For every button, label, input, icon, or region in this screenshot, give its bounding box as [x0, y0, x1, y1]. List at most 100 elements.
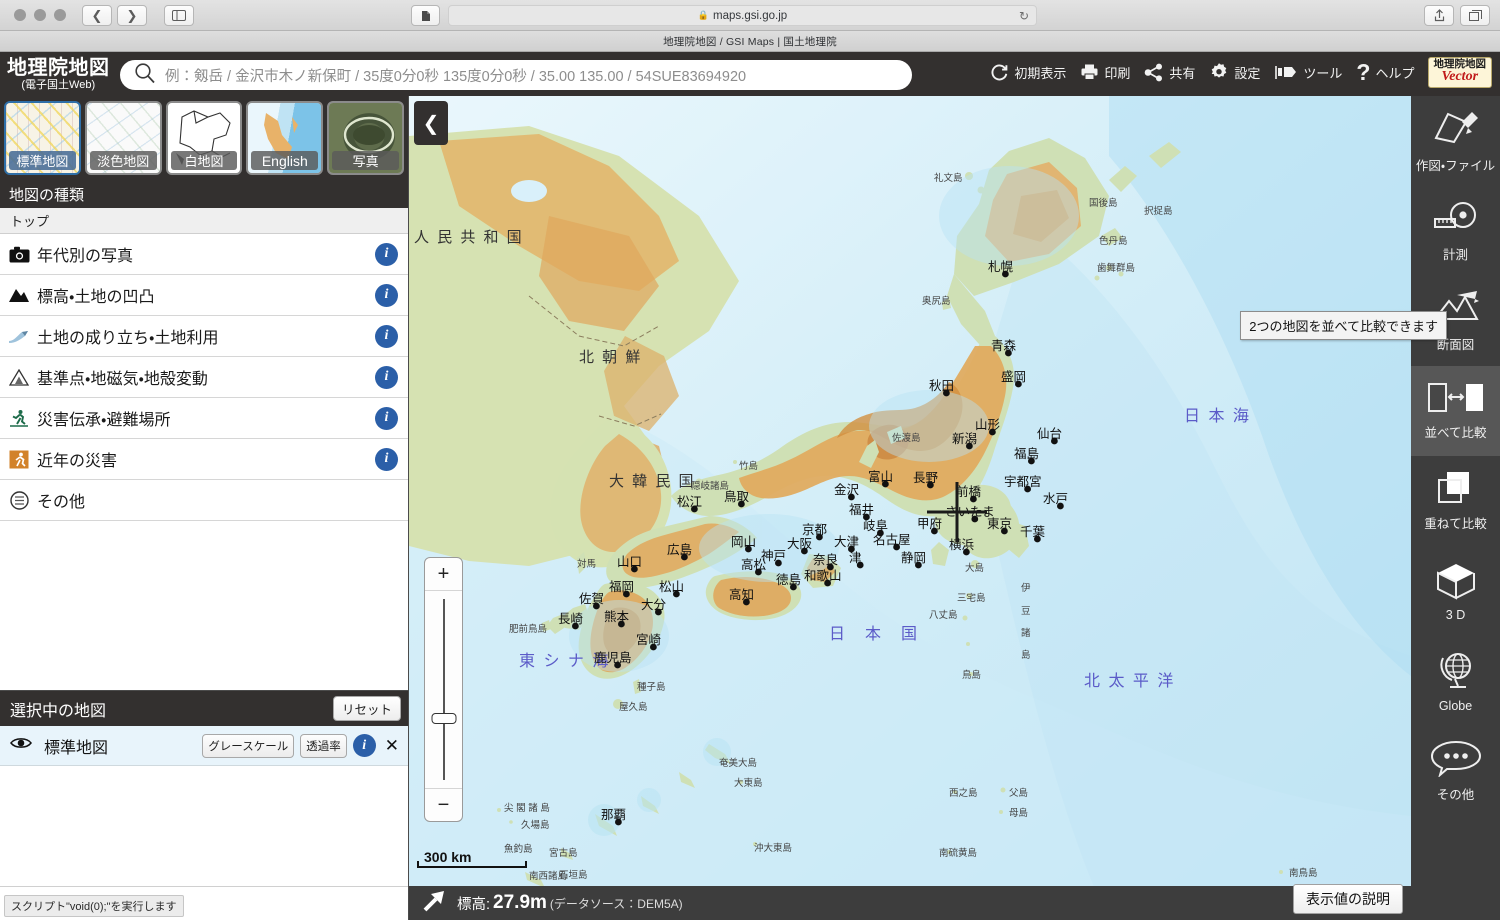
basemap-thumb-english[interactable]: English	[246, 101, 324, 175]
url-bar[interactable]: 🔒 maps.gsi.go.jp ↻	[448, 5, 1037, 26]
layer-item-recent-disasters[interactable]: 近年の災害 i	[0, 439, 408, 480]
zoom-slider-handle[interactable]	[431, 713, 456, 725]
close-window-button[interactable]	[14, 9, 26, 21]
grayscale-button[interactable]: グレースケール	[202, 733, 295, 758]
search-input[interactable]: 例：剱岳 / 金沢市木ノ新保町 / 35度0分0秒 135度0分0秒 / 35.…	[165, 65, 746, 86]
layer-item-label: 災害伝承・避難場所	[37, 412, 171, 429]
basemap-thumb-standard[interactable]: 標準地図	[4, 101, 81, 175]
city-dot	[615, 818, 622, 826]
tool-measure[interactable]: 計測	[1411, 186, 1500, 276]
basemap-thumb-blank[interactable]: 白地図	[165, 101, 243, 175]
island-label: 諸	[1021, 627, 1031, 639]
layer-item-others[interactable]: その他	[0, 480, 408, 521]
reload-icon[interactable]: ↻	[1019, 9, 1029, 23]
eye-icon[interactable]	[10, 736, 32, 755]
help-label: ヘルプ	[1375, 65, 1415, 81]
island-label: 色丹島	[1099, 235, 1128, 247]
layer-info-button[interactable]: i	[375, 242, 398, 266]
reset-button[interactable]: リセット	[332, 696, 401, 721]
search-icon	[134, 62, 156, 89]
help-button[interactable]: ? ヘルプ	[1349, 58, 1421, 87]
selected-maps-header: 選択中の地図 リセット	[0, 691, 408, 726]
island-label: 肥前鳥島	[509, 623, 547, 635]
evernote-extension-icon[interactable]	[411, 5, 440, 26]
layer-item-elevation[interactable]: 標高・土地の凹凸 i	[0, 275, 408, 316]
maximize-window-button[interactable]	[54, 9, 66, 21]
layer-item-landform[interactable]: 土地の成り立ち・土地利用 i	[0, 316, 408, 357]
island-label: 種子島	[637, 681, 666, 693]
city-label: 和歌山	[804, 569, 842, 583]
layer-item-historical-photos[interactable]: 年代別の写真 i	[0, 234, 408, 275]
basemap-thumb-photo[interactable]: 写真	[327, 101, 404, 175]
city-label: 青森	[991, 338, 1017, 353]
selected-map-info-button[interactable]: i	[352, 734, 376, 757]
map-labels: 日 本 海東 シ ナ 海日 本 国北 太 平 洋 人 民 共 和 国北 朝 鮮大…	[414, 172, 1318, 899]
layer-info-button[interactable]: i	[375, 447, 398, 471]
city-label: 佐賀	[579, 592, 604, 606]
share-button[interactable]: 共有	[1137, 60, 1202, 85]
island-label: 竹島	[739, 460, 758, 472]
tool-globe[interactable]: Globe	[1411, 636, 1500, 726]
app-logo[interactable]: 地理院地図 (電子国土Web)	[7, 58, 110, 91]
settings-button[interactable]: 設定	[1202, 59, 1267, 85]
tool-overlay-compare[interactable]: 重ねて比較	[1411, 456, 1500, 546]
layer-info-button[interactable]: i	[375, 365, 398, 389]
tools-button[interactable]: ツール	[1267, 60, 1349, 85]
layer-info-button[interactable]: i	[375, 283, 398, 307]
explain-values-button[interactable]: 表示値の説明	[1293, 884, 1403, 914]
status-message: スクリプト"void(0);"を実行します	[4, 895, 184, 917]
tool-draw-file[interactable]: 作図・ファイル	[1411, 96, 1500, 186]
zoom-out-button[interactable]: −	[425, 788, 462, 821]
print-button[interactable]: 印刷	[1073, 60, 1137, 85]
tool-side-by-side[interactable]: 並べて比較	[1411, 366, 1500, 456]
city-dot	[816, 533, 823, 541]
city-label: 富山	[868, 469, 893, 484]
app-subtitle: (電子国土Web)	[21, 78, 96, 91]
island-label: 八丈島	[929, 609, 958, 621]
window-traffic-lights[interactable]	[14, 9, 66, 21]
tool-overlay-compare-label: 重ねて比較	[1424, 517, 1487, 531]
tool-other[interactable]: その他	[1411, 726, 1500, 816]
landform-icon	[8, 325, 30, 347]
zoom-slider-control[interactable]: + −	[424, 557, 463, 822]
map-canvas[interactable]: 日 本 海東 シ ナ 海日 本 国北 太 平 洋 人 民 共 和 国北 朝 鮮大…	[409, 96, 1411, 920]
layer-info-button[interactable]: i	[375, 324, 398, 348]
search-box[interactable]: 例：剱岳 / 金沢市木ノ新保町 / 35度0分0秒 135度0分0秒 / 35.…	[120, 60, 912, 90]
question-mark-icon: ?	[1356, 58, 1371, 85]
browser-status-bar: スクリプト"void(0);"を実行します	[0, 886, 408, 920]
sea-label: 日 本 国	[829, 625, 919, 643]
browser-forward-button[interactable]: ❯	[117, 4, 147, 26]
city-label: 長野	[913, 471, 939, 485]
layer-info-button[interactable]: i	[375, 406, 398, 430]
reset-view-button[interactable]: 初期表示	[983, 60, 1073, 85]
city-dot	[931, 527, 938, 535]
minimize-window-button[interactable]	[34, 9, 46, 21]
basemap-thumb-pale[interactable]: 淡色地図	[84, 101, 162, 175]
basemap-thumb-standard-label: 標準地図	[9, 151, 76, 170]
tab-overview-icon[interactable]	[1460, 5, 1490, 26]
sidebar-toggle-icon[interactable]	[164, 4, 194, 26]
share-icon[interactable]	[1424, 5, 1454, 26]
tool-globe-label: Globe	[1438, 698, 1473, 713]
vector-version-button[interactable]: 地理院地図 Vector	[1427, 57, 1492, 88]
island-label: 伊	[1021, 582, 1031, 594]
layer-item-control-points[interactable]: 基準点・地磁気・地殻変動 i	[0, 357, 408, 398]
breadcrumb[interactable]: トップ	[0, 208, 408, 234]
layer-item-disaster-evacuation[interactable]: 災害伝承・避難場所 i	[0, 398, 408, 439]
island-label: 島	[1021, 649, 1031, 661]
browser-back-button[interactable]: ❮	[82, 4, 112, 26]
city-dot	[970, 495, 977, 503]
zoom-slider-track[interactable]	[431, 599, 456, 780]
map-panel-collapse-button[interactable]: ❮	[414, 101, 448, 145]
city-dot	[650, 643, 657, 651]
close-icon[interactable]: ✕	[382, 736, 402, 756]
island-label: 屋久島	[619, 701, 648, 713]
zoom-in-button[interactable]: +	[425, 558, 462, 591]
browser-tab-bar[interactable]: 地理院地図 / GSI Maps | 国土地理院	[0, 31, 1500, 52]
opacity-button[interactable]: 透過率	[300, 733, 347, 758]
tool-3d[interactable]: 3 D	[1411, 546, 1500, 636]
selected-map-row[interactable]: 標準地図 グレースケール 透過率 i ✕	[0, 726, 408, 766]
city-dot	[1024, 485, 1031, 493]
city-dot	[593, 602, 600, 610]
city-label: 那覇	[601, 808, 626, 822]
